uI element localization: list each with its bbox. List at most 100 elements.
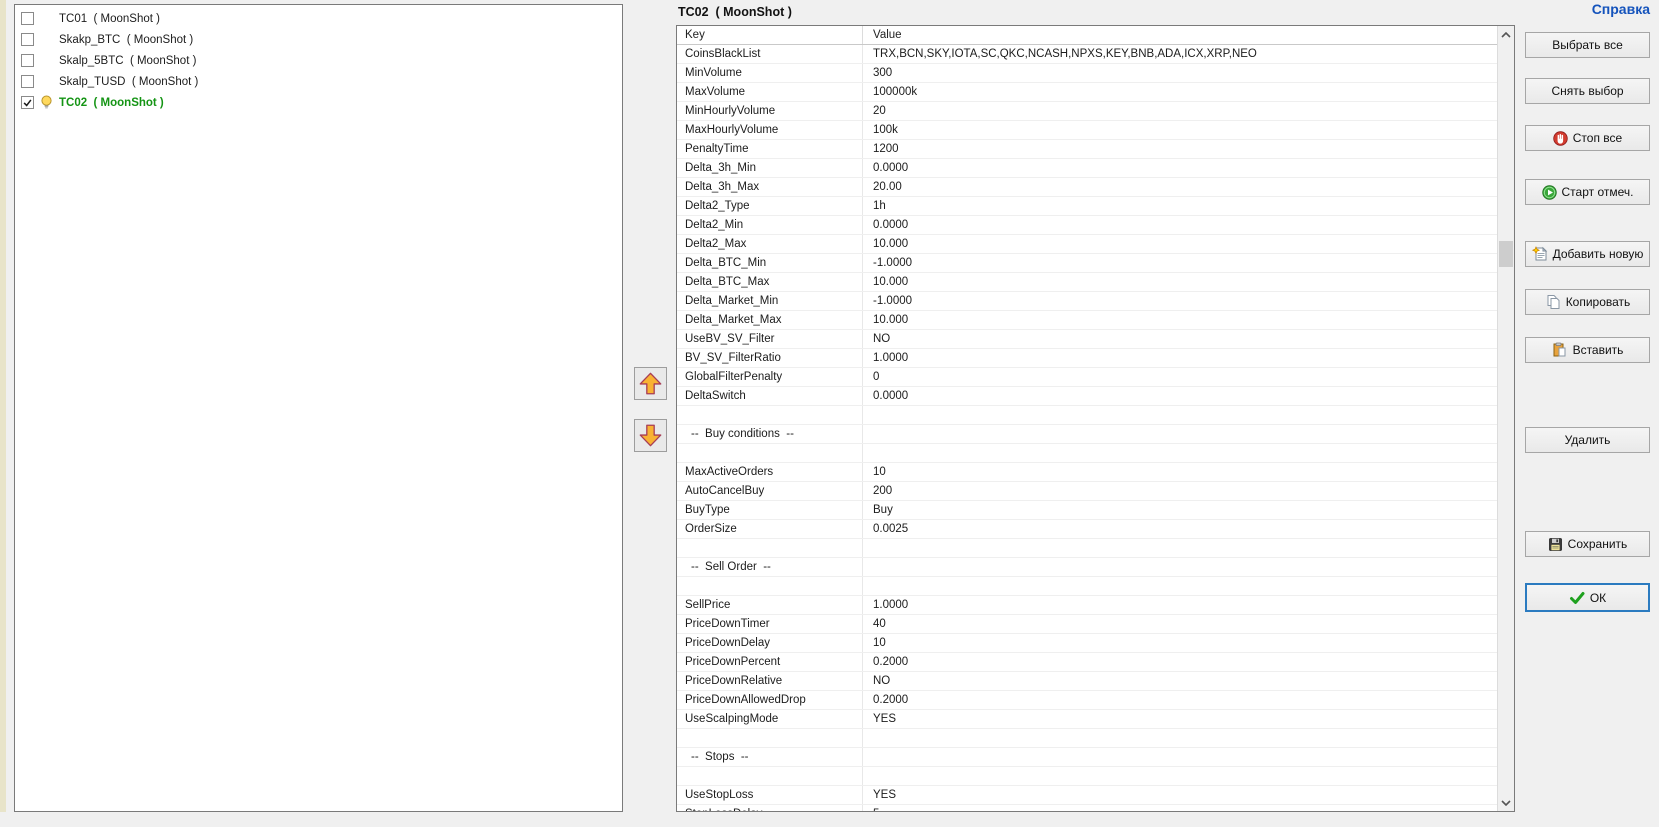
bot-list-item[interactable]: Skalp_TUSD ( MoonShot ) (15, 71, 622, 92)
table-row[interactable]: OrderSize 0.0025 (677, 520, 1497, 539)
table-row[interactable] (677, 577, 1497, 596)
table-row[interactable] (677, 539, 1497, 558)
setting-key-cell (677, 577, 863, 595)
table-row[interactable]: UseBV_SV_Filter NO (677, 330, 1497, 349)
table-row[interactable] (677, 444, 1497, 463)
table-row[interactable]: PriceDownPercent 0.2000 (677, 653, 1497, 672)
bot-list-item[interactable]: Skalp_5BTC ( MoonShot ) (15, 50, 622, 71)
bot-label[interactable]: TC01 ( MoonShot ) (59, 13, 160, 25)
bot-checkbox[interactable] (21, 12, 34, 25)
move-up-button[interactable] (634, 367, 667, 400)
setting-key-cell: Delta2_Type (677, 197, 863, 215)
setting-value-cell: NO (873, 675, 891, 687)
paste-button[interactable]: Вставить (1525, 337, 1650, 363)
scroll-up-button[interactable] (1498, 26, 1514, 43)
setting-value-cell: YES (873, 789, 897, 801)
setting-key-cell: MaxHourlyVolume (677, 121, 863, 139)
setting-key-cell: PriceDownTimer (677, 615, 863, 633)
setting-value-cell (863, 539, 1497, 557)
help-link[interactable]: Справка (1525, 1, 1650, 17)
table-scrollbar[interactable] (1497, 26, 1514, 811)
setting-key-cell: -- Stops -- (677, 748, 863, 766)
button-label: ОК (1589, 590, 1607, 605)
setting-key-cell (677, 767, 863, 785)
bot-list-item[interactable]: TC02 ( MoonShot ) (15, 92, 622, 113)
bot-label[interactable]: TC02 ( MoonShot ) (59, 97, 164, 109)
bot-checkbox[interactable] (21, 96, 34, 109)
table-row[interactable]: -- Stops -- (677, 748, 1497, 767)
table-row[interactable]: BuyType Buy (677, 501, 1497, 520)
checkmark-icon (23, 99, 32, 107)
table-row[interactable]: BV_SV_FilterRatio 1.0000 (677, 349, 1497, 368)
copy-button[interactable]: Копировать (1525, 289, 1650, 315)
bot-list-item[interactable]: Skakp_BTC ( MoonShot ) (15, 29, 622, 50)
select-all-button[interactable]: Выбрать все (1525, 32, 1650, 58)
table-row[interactable]: UseStopLoss YES (677, 786, 1497, 805)
new-document-icon (1531, 246, 1547, 261)
table-row[interactable]: MaxVolume 100000k (677, 83, 1497, 102)
scroll-down-button[interactable] (1498, 794, 1514, 811)
table-row[interactable]: Delta2_Min 0.0000 (677, 216, 1497, 235)
stop-all-button[interactable]: Стоп все (1525, 125, 1650, 151)
table-row[interactable] (677, 729, 1497, 748)
table-row[interactable]: GlobalFilterPenalty 0 (677, 368, 1497, 387)
delete-button[interactable]: Удалить (1525, 427, 1650, 453)
ok-button[interactable]: ОК (1525, 583, 1650, 612)
bot-checkbox[interactable] (21, 75, 34, 88)
table-row[interactable]: PriceDownAllowedDrop 0.2000 (677, 691, 1497, 710)
table-row[interactable]: Delta_BTC_Min -1.0000 (677, 254, 1497, 273)
setting-key-cell: MaxVolume (677, 83, 863, 101)
start-marked-button[interactable]: Старт отмеч. (1525, 179, 1650, 205)
table-row[interactable]: Delta_BTC_Max 10.000 (677, 273, 1497, 292)
table-row[interactable] (677, 767, 1497, 786)
bot-settings-window: TC01 ( MoonShot ) Skakp_BTC ( MoonShot)… (0, 0, 1659, 827)
table-row[interactable]: Delta_3h_Max 20.00 (677, 178, 1497, 197)
bot-label[interactable]: Skalp_TUSD ( MoonShot ) (59, 76, 198, 88)
setting-key-cell: Delta_Market_Min (677, 292, 863, 310)
scrollbar-thumb[interactable] (1499, 241, 1513, 267)
table-row[interactable]: MinVolume 300 (677, 64, 1497, 83)
table-row[interactable]: MaxActiveOrders 10 (677, 463, 1497, 482)
setting-value-cell: 20.00 (873, 181, 902, 193)
bot-label[interactable]: Skakp_BTC ( MoonShot ) (59, 34, 193, 46)
setting-value-cell: 0.0000 (873, 390, 909, 402)
table-row[interactable]: PriceDownTimer 40 (677, 615, 1497, 634)
bot-checkbox[interactable] (21, 33, 34, 46)
table-row[interactable]: DeltaSwitch 0.0000 (677, 387, 1497, 406)
bot-label[interactable]: Skalp_5BTC ( MoonShot ) (59, 55, 196, 67)
table-row[interactable]: PriceDownDelay 10 (677, 634, 1497, 653)
table-row[interactable]: Delta_3h_Min 0.0000 (677, 159, 1497, 178)
deselect-all-button[interactable]: Снять выбор (1525, 78, 1650, 104)
table-row[interactable]: Delta_Market_Min -1.0000 (677, 292, 1497, 311)
setting-key-cell: Delta2_Max (677, 235, 863, 253)
table-row[interactable]: Delta2_Max 10.000 (677, 235, 1497, 254)
setting-value-cell: 0.0000 (873, 162, 909, 174)
setting-key-cell: DeltaSwitch (677, 387, 863, 405)
table-row[interactable]: StopLossDelay 5 (677, 805, 1497, 811)
save-button[interactable]: Сохранить (1525, 531, 1650, 557)
table-row[interactable]: MinHourlyVolume 20 (677, 102, 1497, 121)
setting-value-cell: 10.000 (873, 276, 909, 288)
move-down-button[interactable] (634, 419, 667, 452)
setting-value-cell (863, 729, 1497, 747)
bot-list-item[interactable]: TC01 ( MoonShot ) (15, 8, 622, 29)
table-row[interactable]: MaxHourlyVolume 100k (677, 121, 1497, 140)
table-row[interactable]: Delta_Market_Max 10.000 (677, 311, 1497, 330)
setting-value-cell: 1.0000 (873, 352, 909, 364)
table-row[interactable]: PenaltyTime 1200 (677, 140, 1497, 159)
bot-checkbox[interactable] (21, 54, 34, 67)
setting-key-cell (677, 539, 863, 557)
table-row[interactable]: -- Sell Order -- (677, 558, 1497, 577)
table-row[interactable]: CoinsBlackList TRX,BCN,SKY,IOTA,SC,QKC,N… (677, 45, 1497, 64)
table-row[interactable]: -- Buy conditions -- (677, 425, 1497, 444)
table-body: CoinsBlackList TRX,BCN,SKY,IOTA,SC,QKC,N… (677, 45, 1497, 811)
table-row[interactable]: SellPrice 1.0000 (677, 596, 1497, 615)
table-row[interactable]: PriceDownRelative NO (677, 672, 1497, 691)
table-row[interactable]: UseScalpingMode YES (677, 710, 1497, 729)
table-row[interactable] (677, 406, 1497, 425)
table-row[interactable]: Delta2_Type 1h (677, 197, 1497, 216)
setting-value-cell: 20 (873, 105, 886, 117)
button-label: Стоп все (1572, 131, 1623, 145)
add-new-button[interactable]: Добавить новую (1525, 241, 1650, 267)
table-row[interactable]: AutoCancelBuy 200 (677, 482, 1497, 501)
